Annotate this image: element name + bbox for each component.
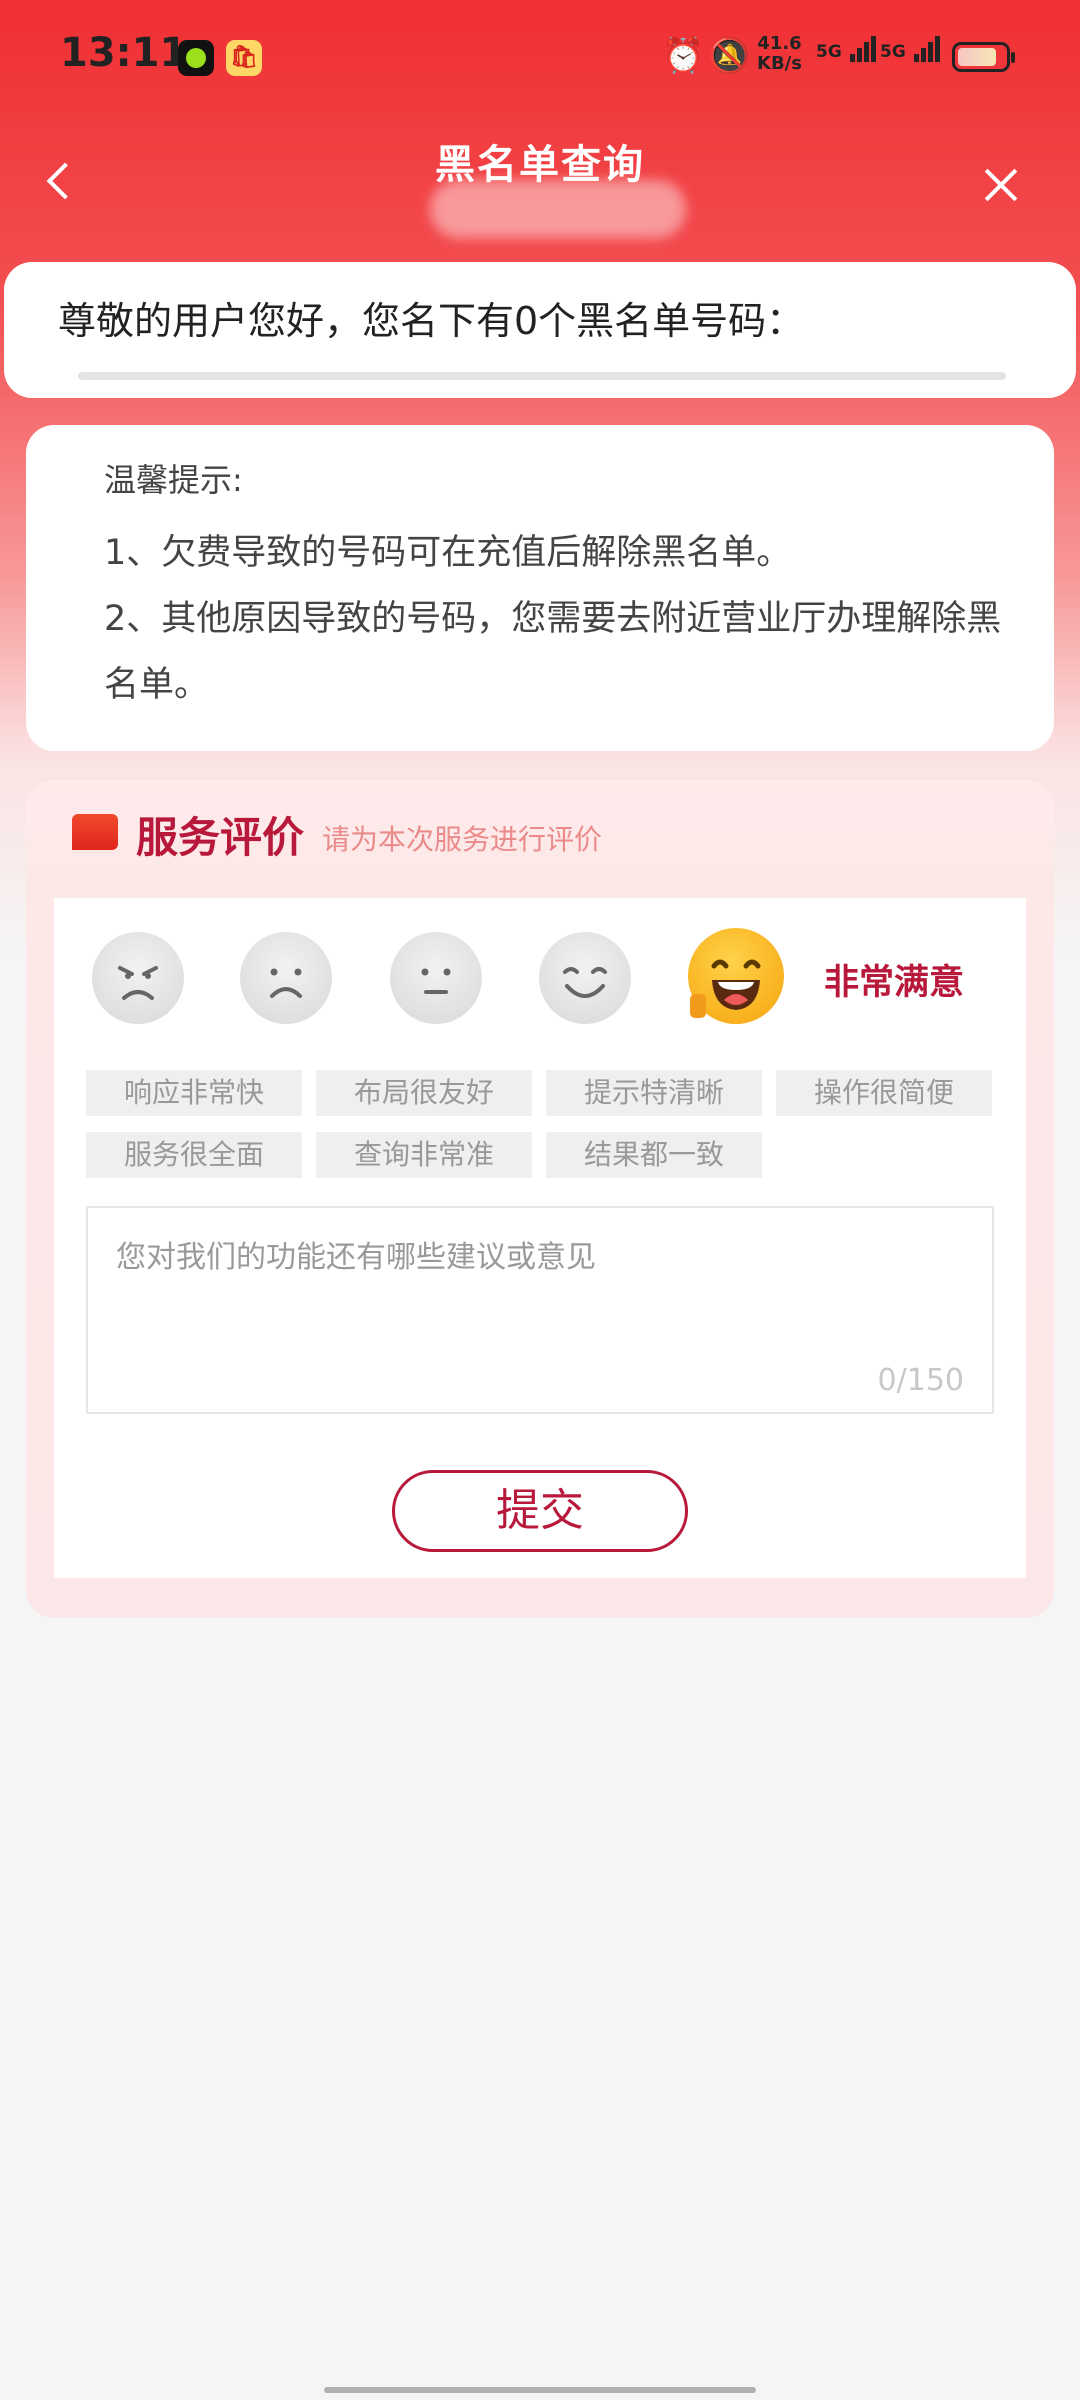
feedback-tag[interactable]: 布局很友好 [316,1070,532,1116]
status-bar: 13:11 🛍 ⏰ 🔕 41.6 KB/s 5G 5G [0,0,1080,110]
shopping-app-icon: 🛍 [226,40,262,76]
home-indicator[interactable] [324,2387,756,2393]
mute-bell-icon: 🔕 [708,36,751,76]
rating-title: 服务评价 [136,813,305,862]
feedback-tag[interactable]: 查询非常准 [316,1132,532,1178]
feedback-tag[interactable]: 提示特清晰 [546,1070,762,1116]
signal-sim1-icon: 5G [816,36,878,62]
status-time: 13:11 [60,30,188,76]
angry-face-icon[interactable] [92,932,184,1024]
tips-title: 温馨提示: [104,461,243,499]
tips-card: 温馨提示: 1、欠费导致的号码可在充值后解除黑名单。 2、其他原因导致的号码，您… [26,425,1054,751]
feedback-tag[interactable]: 操作很简便 [776,1070,992,1116]
rating-panel: 非常满意 响应非常快 布局很友好 提示特清晰 操作很简便 服务很全面 查询非常准… [54,898,1026,1578]
neutral-face-icon[interactable] [390,932,482,1024]
feedback-tag[interactable]: 结果都一致 [546,1132,762,1178]
blacklist-result-card: 尊敬的用户您好，您名下有0个黑名单号码： [4,262,1076,398]
sad-face-icon[interactable] [240,932,332,1024]
close-icon[interactable] [976,160,1026,210]
blacklist-message: 尊敬的用户您好，您名下有0个黑名单号码： [58,299,805,343]
laughing-face-icon[interactable] [688,928,784,1024]
navigation-bar: 黑名单查询 [0,110,1080,260]
blurred-phone-number [430,180,686,238]
rating-subtitle: 请为本次服务进行评价 [322,823,603,856]
char-count: 0/150 [877,1363,964,1398]
service-rating-section: 服务评价 请为本次服务进行评价 非常满意 响应非常快 布局很友好 提示特清晰 操… [26,780,1054,1618]
network-speed: 41.6 KB/s [757,33,802,74]
feedback-tag[interactable]: 服务很全面 [86,1132,302,1178]
result-divider [78,372,1006,380]
signal-sim2-icon: 5G [880,36,942,62]
submit-button[interactable]: 提交 [392,1470,688,1552]
selected-rating-label: 非常满意 [824,963,965,1003]
battery-icon [952,42,1015,72]
tip-item: 1、欠费导致的号码可在充值后解除黑名单。 [104,533,792,573]
suggestion-input[interactable] [88,1208,992,1412]
suggestion-box: 0/150 [86,1206,994,1414]
alarm-icon: ⏰ [662,36,705,76]
feedback-tag[interactable]: 响应非常快 [86,1070,302,1116]
tip-item: 2、其他原因导致的号码，您需要去附近营业厅办理解除黑名单。 [104,599,1002,705]
comment-icon [72,814,118,850]
app-notification-icon [178,40,214,76]
smile-face-icon[interactable] [539,932,631,1024]
